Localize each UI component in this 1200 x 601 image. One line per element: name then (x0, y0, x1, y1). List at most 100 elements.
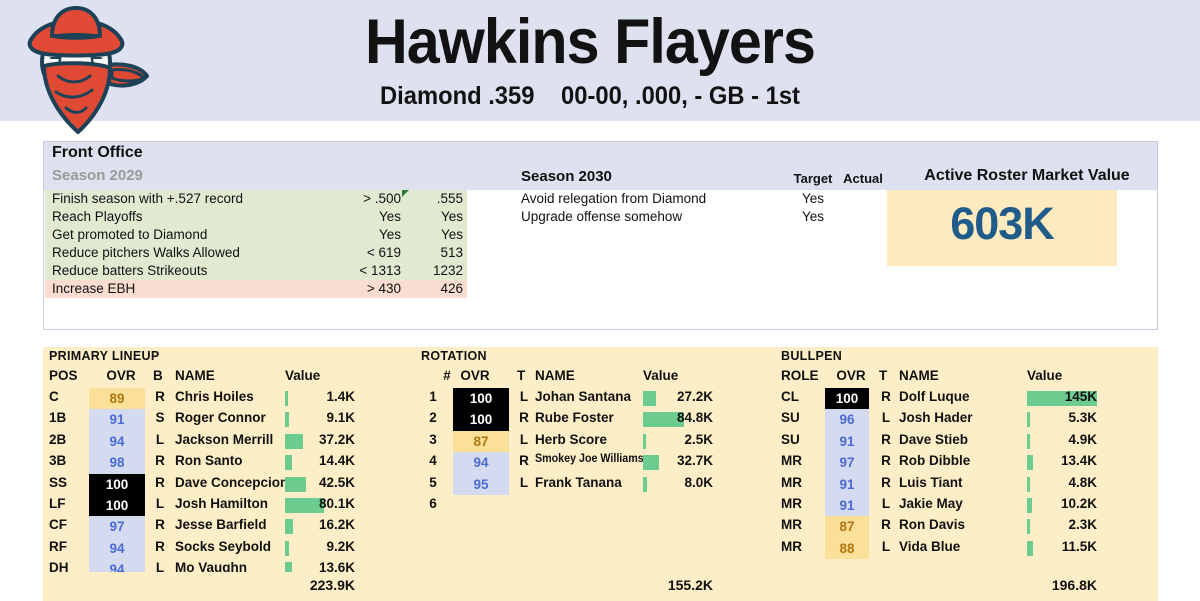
value-bar (1027, 455, 1034, 471)
table-row[interactable]: 1 100 L Johan Santana 27.2K (415, 388, 775, 410)
goal-label: Upgrade offense somehow (521, 209, 683, 224)
row-value-cell: 9.2K (285, 538, 355, 559)
row-overall-rating: 100 (453, 409, 509, 431)
row-overall-rating (453, 495, 509, 516)
row-handedness: R (155, 474, 165, 490)
table-row[interactable]: SU 91 R Dave Stieb 4.9K (775, 430, 1158, 453)
row-position: SU (781, 410, 800, 426)
row-handedness: R (519, 453, 529, 469)
row-value-cell: 32.7K (643, 452, 713, 473)
table-row[interactable]: CL 100 R Dolf Luque 145K (775, 388, 1158, 410)
row-player-name[interactable]: Luis Tiant (899, 475, 1039, 490)
table-row[interactable]: SU 96 L Josh Hader 5.3K (775, 409, 1158, 431)
row-value-cell: 2.5K (643, 431, 713, 452)
table-row[interactable]: SS 100 R Dave Concepcion 42.5K (43, 473, 415, 495)
goal-target: > 430 (366, 281, 401, 296)
row-handedness: R (519, 410, 529, 426)
goal-row-2029: Reduce batters Strikeouts < 1313 1232 (45, 262, 467, 280)
row-overall-rating: 91 (89, 409, 145, 431)
row-player-name[interactable]: Dave Stieb (899, 432, 1039, 447)
table-row[interactable]: MR 91 L Jakie May 10.2K (775, 494, 1158, 517)
table-row[interactable]: 3 87 L Herb Score 2.5K (415, 430, 775, 453)
table-row[interactable]: 3B 98 R Ron Santo 14.4K (43, 452, 415, 474)
row-value-text: 1.4K (326, 389, 355, 404)
value-bar (643, 391, 657, 406)
table-row[interactable]: C 89 R Chris Hoiles 1.4K (43, 388, 415, 410)
row-value-text: 37.2K (318, 431, 355, 447)
row-player-name[interactable]: Rob Dibble (899, 453, 1039, 468)
row-player-name[interactable]: Jakie May (899, 496, 1039, 511)
market-value-title: Active Roster Market Value (924, 167, 1130, 184)
table-row[interactable]: MR 88 L Vida Blue 11.5K (775, 537, 1158, 560)
row-value-text: 2.3K (1068, 517, 1097, 533)
row-position: 3B (49, 453, 67, 469)
value-bar (285, 455, 292, 471)
table-row[interactable]: 6 (415, 495, 775, 516)
goal-target: Yes (378, 227, 401, 242)
row-value-text: 16.2K (318, 517, 355, 533)
row-value-text: 10.2K (1060, 495, 1097, 511)
column-header: Value (1027, 368, 1063, 383)
row-position: MR (781, 517, 802, 533)
row-position: RF (49, 538, 67, 554)
column-header: NAME (175, 368, 215, 383)
table-row[interactable]: MR 91 R Luis Tiant 4.8K (775, 473, 1158, 495)
table-row[interactable]: RF 94 R Socks Seybold 9.2K (43, 537, 415, 560)
front-office-season-label: Season 2029 (52, 167, 143, 184)
row-value-text: 9.1K (326, 410, 355, 426)
table-row[interactable]: 5 95 L Frank Tanana 8.0K (415, 473, 775, 495)
goal-target: < 619 (366, 245, 401, 260)
row-player-name[interactable]: Ron Davis (899, 517, 1039, 532)
row-handedness: S (155, 410, 165, 426)
table-row[interactable]: 2 100 R Rube Foster 84.8K (415, 409, 775, 431)
market-value-amount: 603K (950, 198, 1055, 249)
row-overall-rating: 96 (825, 409, 869, 431)
row-value-cell (643, 495, 713, 516)
rotation-table: ROTATION # OVR T NAME Value 1 100 L Johan Santana… (415, 347, 775, 601)
column-header: OVR (460, 368, 490, 383)
row-value-cell: 84.8K (643, 409, 713, 430)
row-value-text: 4.8K (1068, 474, 1097, 490)
row-overall-rating: 87 (825, 516, 869, 538)
row-overall-rating: 100 (825, 388, 869, 410)
row-handedness: R (155, 538, 165, 554)
row-position: SS (49, 474, 68, 490)
row-player-name[interactable]: Josh Hader (899, 410, 1039, 425)
title-block: Hawkins Flayers Diamond .359 00-00, .000,… (180, 6, 1000, 111)
goal-actual: Yes (440, 227, 463, 242)
row-value-text: 80.1K (318, 495, 355, 511)
market-value-box: 603K (887, 190, 1117, 266)
row-position: CF (49, 517, 67, 533)
column-header: B (153, 368, 163, 383)
goal-target: < 1313 (359, 263, 401, 278)
row-position: 6 (429, 495, 437, 511)
row-player-name[interactable]: Dolf Luque (899, 389, 1039, 404)
row-value-cell: 8.0K (643, 474, 713, 495)
front-office-title: Front Office (52, 144, 143, 161)
row-player-name[interactable]: Vida Blue (899, 539, 1039, 554)
value-bar (285, 497, 324, 513)
row-handedness: L (155, 431, 165, 447)
goal-actual: .555 (436, 191, 463, 206)
table-total-value: 155.2K (667, 577, 713, 593)
row-value-cell: 10.2K (1027, 495, 1097, 516)
table-row[interactable]: MR 97 R Rob Dibble 13.4K (775, 452, 1158, 474)
table-row[interactable]: 4 94 R Smokey Joe Williams 32.7K (415, 452, 775, 474)
row-overall-rating: 91 (825, 473, 869, 495)
table-row[interactable]: CF 97 R Jesse Barfield 16.2K (43, 516, 415, 538)
column-header: OVR (106, 368, 136, 383)
table-row[interactable]: 2B 94 L Jackson Merrill 37.2K (43, 430, 415, 453)
page-title: Hawkins Flayers (364, 7, 816, 77)
row-overall-rating: 94 (89, 430, 145, 453)
value-bar (1027, 497, 1032, 513)
row-position: MR (781, 474, 802, 490)
row-overall-rating: 100 (453, 388, 509, 410)
table-row[interactable]: LF 100 L Josh Hamilton 80.1K (43, 494, 415, 517)
goal-row-2029: Reach Playoffs Yes Yes (45, 208, 467, 226)
table-row[interactable]: MR 87 R Ron Davis 2.3K (775, 516, 1158, 538)
value-bar (285, 412, 290, 428)
goal-row-2029: Get promoted to Diamond Yes Yes (45, 226, 467, 244)
row-handedness: R (881, 389, 891, 404)
table-row[interactable]: 1B 91 S Roger Connor 9.1K (43, 409, 415, 431)
league-label: Diamond .359 (380, 82, 535, 110)
